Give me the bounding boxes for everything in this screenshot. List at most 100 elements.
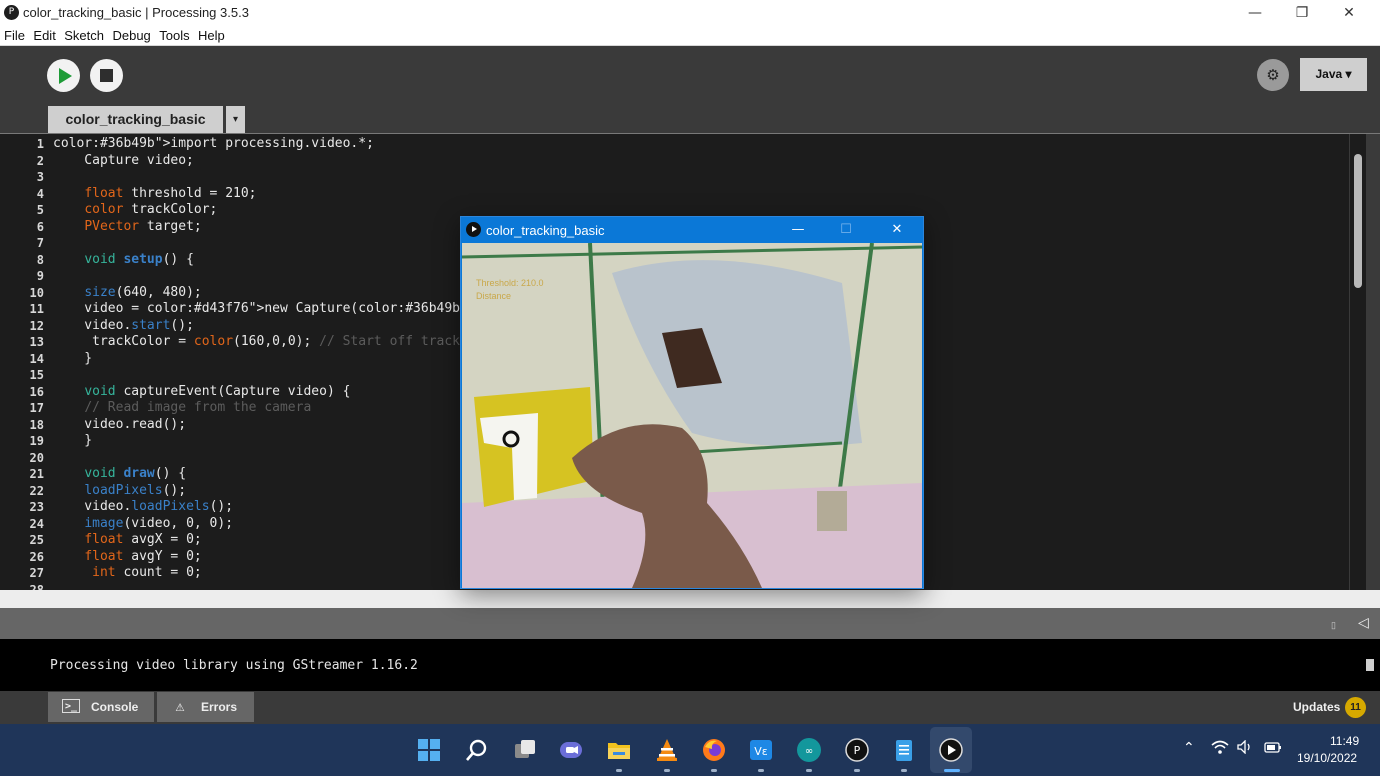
line-number: 27 xyxy=(29,566,44,580)
line-number: 15 xyxy=(29,368,44,382)
notepad-icon[interactable] xyxy=(891,737,917,763)
minimize-button[interactable]: — xyxy=(1232,2,1278,24)
processing-running-indicator xyxy=(854,769,860,772)
sketch-output-window[interactable]: color_tracking_basic — ☐ ✕ Threshold: 21… xyxy=(460,216,924,589)
tab-menu-button[interactable]: ▾ xyxy=(226,106,245,133)
sketch-maximize-button[interactable]: ☐ xyxy=(831,220,861,240)
sketch-window-icon xyxy=(466,222,481,237)
camera-feed: Threshold: 210.0 Distance xyxy=(462,243,922,588)
editor-status-area xyxy=(0,590,1380,608)
run-button[interactable] xyxy=(47,59,80,92)
file-explorer-icon[interactable] xyxy=(606,737,632,763)
code-line[interactable]: image(video, 0, 0); xyxy=(53,516,233,531)
search-icon[interactable] xyxy=(464,737,490,763)
close-button[interactable]: ✕ xyxy=(1326,2,1372,24)
mode-selector[interactable]: Java ▾ xyxy=(1300,58,1367,91)
menu-help[interactable]: Help xyxy=(194,26,225,43)
clock-time[interactable]: 11:49 xyxy=(1330,734,1359,748)
line-number: 28 xyxy=(29,582,44,591)
line-number: 19 xyxy=(29,434,44,448)
vlc-icon[interactable] xyxy=(654,737,680,763)
windows-taskbar: Vε ∞ P ⌃ 11:49 19/10/2022 xyxy=(0,724,1380,776)
task-view-icon[interactable] xyxy=(512,737,538,763)
updates-label[interactable]: Updates xyxy=(1293,700,1340,714)
code-line[interactable]: void captureEvent(Capture video) { xyxy=(53,384,350,399)
updates-count-badge[interactable]: 11 xyxy=(1345,697,1366,718)
show-hidden-icons-icon[interactable]: ⌃ xyxy=(1183,740,1195,756)
code-line[interactable]: color:#36b49b">import processing.video.*… xyxy=(53,136,374,151)
console-icon: >_ xyxy=(62,699,80,713)
code-line[interactable]: } xyxy=(53,351,92,366)
code-line[interactable]: float avgY = 0; xyxy=(53,549,201,564)
volume-icon[interactable] xyxy=(1236,739,1254,758)
file-explorer-running-indicator xyxy=(616,769,622,772)
code-line[interactable]: color trackColor; xyxy=(53,202,217,217)
svg-text:Vε: Vε xyxy=(754,745,768,758)
menu-debug[interactable]: Debug xyxy=(108,26,150,43)
sketch-close-button[interactable]: ✕ xyxy=(882,220,912,240)
window-title-bar: P color_tracking_basic | Processing 3.5.… xyxy=(0,0,1380,26)
window-title: color_tracking_basic | Processing 3.5.3 xyxy=(23,5,249,20)
overlay-text-distance: Distance xyxy=(476,291,512,301)
code-line[interactable]: void setup() { xyxy=(53,252,194,267)
line-number: 16 xyxy=(29,384,44,399)
console-tabs: >_ Console ⚠ Errors Updates 11 xyxy=(0,691,1380,724)
sketch-window-title-bar[interactable]: color_tracking_basic — ☐ ✕ xyxy=(461,217,923,243)
code-line[interactable]: float avgX = 0; xyxy=(53,532,201,547)
sketch-window-title: color_tracking_basic xyxy=(486,223,605,238)
maximize-button[interactable]: ❐ xyxy=(1279,2,1325,24)
overlay-text-threshold: Threshold: 210.0 xyxy=(476,278,544,288)
collapse-console-icon[interactable]: ◁ xyxy=(1358,615,1369,631)
sketch-run-active-indicator xyxy=(944,769,960,772)
tab-color-tracking-basic[interactable]: color_tracking_basic xyxy=(48,106,223,133)
code-line[interactable]: loadPixels(); xyxy=(53,483,186,498)
stop-button[interactable] xyxy=(90,59,123,92)
code-line[interactable]: video.loadPixels(); xyxy=(53,499,233,514)
menu-sketch[interactable]: Sketch xyxy=(60,26,104,43)
menu-tools[interactable]: Tools xyxy=(155,26,189,43)
svg-text:P: P xyxy=(854,744,861,757)
line-number: 9 xyxy=(36,269,44,283)
code-line[interactable]: float threshold = 210; xyxy=(53,186,256,201)
console: Processing video library using GStreamer… xyxy=(0,639,1380,691)
clear-console-icon[interactable]: ▯ xyxy=(1331,620,1336,631)
battery-icon[interactable] xyxy=(1262,740,1282,758)
firefox-running-indicator xyxy=(711,769,717,772)
code-line[interactable]: PVector target; xyxy=(53,219,201,234)
line-number: 5 xyxy=(36,203,44,217)
line-number: 14 xyxy=(29,351,44,366)
console-message: Processing video library using GStreamer… xyxy=(50,658,418,673)
line-number: 21 xyxy=(29,467,44,481)
stop-icon xyxy=(100,69,113,82)
firefox-icon[interactable] xyxy=(701,737,727,763)
debug-icon[interactable]: ⚙ xyxy=(1257,59,1289,91)
code-line[interactable]: video.start(); xyxy=(53,318,194,333)
menu-file[interactable]: File xyxy=(0,26,25,43)
wifi-icon[interactable] xyxy=(1211,740,1229,758)
warning-icon: ⚠ xyxy=(175,697,185,715)
code-line[interactable]: int count = 0; xyxy=(53,565,202,580)
tab-console[interactable]: >_ Console xyxy=(48,692,154,722)
line-number: 24 xyxy=(29,516,44,531)
code-line[interactable]: void draw() { xyxy=(53,466,186,481)
code-line[interactable]: // Read image from the camera xyxy=(53,400,311,415)
start-icon[interactable] xyxy=(416,737,442,763)
sketch-run-icon[interactable] xyxy=(938,737,964,763)
code-line[interactable]: video.read(); xyxy=(53,417,186,432)
editor-scrollbar-thumb[interactable] xyxy=(1354,154,1362,288)
teams-chat-icon[interactable] xyxy=(558,737,584,763)
code-line[interactable]: Capture video; xyxy=(53,153,194,168)
arduino-icon[interactable]: ∞ xyxy=(796,737,822,763)
clock-date[interactable]: 19/10/2022 xyxy=(1297,751,1357,765)
tab-errors[interactable]: ⚠ Errors xyxy=(157,692,254,722)
toolbar: ⚙ Java ▾ xyxy=(0,46,1380,106)
console-scrollbar-thumb[interactable] xyxy=(1366,659,1374,671)
processing-icon[interactable]: P xyxy=(844,737,870,763)
line-number: 11 xyxy=(29,302,44,316)
sketch-minimize-button[interactable]: — xyxy=(783,220,813,240)
vscode-icon[interactable]: Vε xyxy=(748,737,774,763)
code-line[interactable]: size(640, 480); xyxy=(53,285,201,300)
code-line[interactable]: } xyxy=(53,433,92,448)
line-number: 12 xyxy=(29,318,44,333)
menu-edit[interactable]: Edit xyxy=(29,26,55,43)
